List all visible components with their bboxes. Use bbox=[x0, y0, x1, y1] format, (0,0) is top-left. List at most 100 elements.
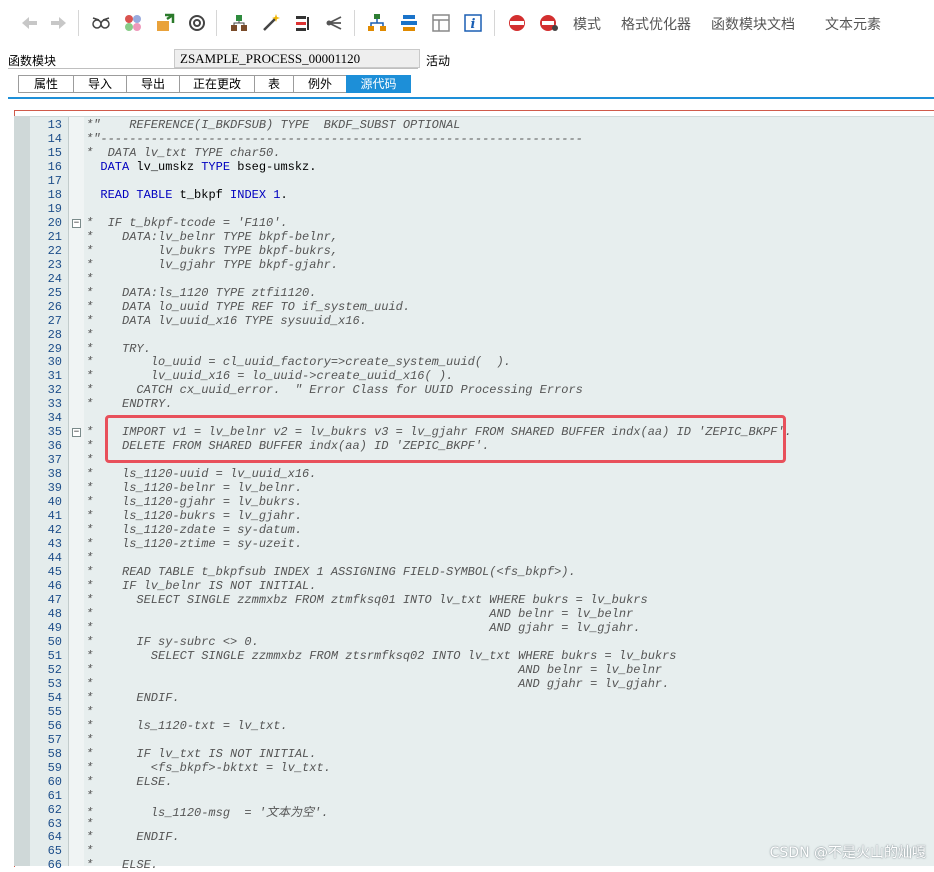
code-line[interactable]: * ls_1120-gjahr = lv_bukrs. bbox=[86, 495, 302, 509]
line-number: 34 bbox=[47, 411, 62, 426]
code-line[interactable]: * AND belnr = lv_belnr bbox=[86, 607, 633, 621]
code-line[interactable]: * DATA:ls_1120 TYPE ztfi1120. bbox=[86, 286, 316, 300]
code-line[interactable]: * READ TABLE t_bkpfsub INDEX 1 ASSIGNING… bbox=[86, 565, 576, 579]
hierarchy-icon[interactable] bbox=[366, 12, 388, 34]
active-inactive-toggle-icon[interactable] bbox=[122, 12, 144, 34]
code-line[interactable]: * ENDIF. bbox=[86, 830, 180, 844]
line-number: 60 bbox=[47, 774, 62, 789]
code-line[interactable]: * IF t_bkpf-tcode = 'F110'. bbox=[86, 216, 288, 230]
insert-statement-icon[interactable] bbox=[292, 12, 314, 34]
line-number: 50 bbox=[47, 634, 62, 649]
toolbar-pretty-printer-button[interactable]: 格式优化器 bbox=[621, 14, 691, 34]
tab-attributes[interactable]: 属性 bbox=[18, 75, 73, 93]
code-line[interactable]: * bbox=[86, 551, 93, 565]
line-number: 30 bbox=[47, 355, 62, 370]
code-line[interactable]: * ENDIF. bbox=[86, 691, 180, 705]
code-line[interactable]: READ TABLE t_bkpf INDEX 1. bbox=[86, 188, 287, 202]
code-line[interactable]: * ELSE. bbox=[86, 775, 172, 789]
code-line[interactable]: * SELECT SINGLE zzmmxbz FROM ztsrmfksq02… bbox=[86, 649, 677, 663]
fold-toggle-icon[interactable]: − bbox=[72, 428, 81, 438]
code-line[interactable]: * DATA:lv_belnr TYPE bkpf-belnr, bbox=[86, 230, 338, 244]
stack-icon[interactable] bbox=[398, 12, 420, 34]
line-number: 36 bbox=[47, 439, 62, 454]
code-line[interactable]: * <fs_bkpf>-bktxt = lv_txt. bbox=[86, 761, 331, 775]
code-line[interactable]: * ls_1120-ztime = sy-uzeit. bbox=[86, 537, 302, 551]
display-change-glasses-icon[interactable] bbox=[90, 12, 112, 34]
tab-tables[interactable]: 表 bbox=[254, 75, 293, 93]
other-object-icon[interactable] bbox=[154, 12, 176, 34]
line-number: 35 bbox=[47, 425, 62, 440]
code-line[interactable]: * SELECT SINGLE zzmmxbz FROM ztmfksq01 I… bbox=[86, 593, 648, 607]
layout-grid-icon[interactable] bbox=[430, 12, 452, 34]
tab-export[interactable]: 导出 bbox=[126, 75, 179, 93]
code-line[interactable]: * IF lv_txt IS NOT INITIAL. bbox=[86, 747, 316, 761]
toolbar-fm-documentation-button[interactable]: 函数模块文档 bbox=[711, 14, 795, 34]
code-line[interactable]: * IF sy-subrc <> 0. bbox=[86, 635, 259, 649]
code-line[interactable]: * AND gjahr = lv_gjahr. bbox=[86, 677, 669, 691]
line-number: 25 bbox=[47, 285, 62, 300]
code-line[interactable]: * ENDTRY. bbox=[86, 397, 172, 411]
toolbar-pattern-button[interactable]: 模式 bbox=[573, 14, 601, 34]
code-line[interactable]: * bbox=[86, 328, 93, 342]
line-number: 41 bbox=[47, 509, 62, 524]
activation-status: 活动 bbox=[426, 54, 451, 68]
fold-marker-column bbox=[68, 117, 85, 866]
code-line[interactable]: * DATA lo_uuid TYPE REF TO if_system_uui… bbox=[86, 300, 410, 314]
back-arrow-icon[interactable] bbox=[18, 12, 40, 34]
line-number: 27 bbox=[47, 313, 62, 328]
code-line[interactable]: *" REFERENCE(I_BKDFSUB) TYPE BKDF_SUBST … bbox=[86, 118, 460, 132]
code-line[interactable]: * ls_1120-zdate = sy-datum. bbox=[86, 523, 302, 537]
code-line[interactable]: * ls_1120-msg = '文本为空'. bbox=[86, 803, 328, 820]
tab-import[interactable]: 导入 bbox=[73, 75, 126, 93]
magic-wand-icon[interactable] bbox=[260, 12, 282, 34]
session-breakpoint-icon[interactable] bbox=[538, 12, 560, 34]
fold-toggle-icon[interactable]: − bbox=[72, 218, 81, 228]
line-number: 19 bbox=[47, 201, 62, 216]
line-number: 59 bbox=[47, 760, 62, 775]
function-module-label: 函数模块 bbox=[8, 54, 57, 68]
code-line[interactable]: * lv_gjahr TYPE bkpf-gjahr. bbox=[86, 258, 338, 272]
code-line[interactable]: * AND gjahr = lv_gjahr. bbox=[86, 621, 641, 635]
where-used-list-icon[interactable] bbox=[186, 12, 208, 34]
set-breakpoint-icon[interactable] bbox=[506, 12, 528, 34]
watermark: CSDN @不是火山的灿嘎 bbox=[769, 845, 926, 861]
line-number: 26 bbox=[47, 299, 62, 314]
code-line[interactable]: * DATA lv_uuid_x16 TYPE sysuuid_x16. bbox=[86, 314, 367, 328]
code-line[interactable]: * bbox=[86, 789, 93, 803]
code-line[interactable]: * bbox=[86, 453, 93, 467]
code-line[interactable]: * lo_uuid = cl_uuid_factory=>create_syst… bbox=[86, 355, 511, 369]
code-line[interactable]: *"--------------------------------------… bbox=[86, 132, 583, 146]
code-line[interactable]: * bbox=[86, 817, 93, 831]
tab-source-code[interactable]: 源代码 bbox=[346, 75, 411, 93]
code-line[interactable]: * ls_1120-bukrs = lv_gjahr. bbox=[86, 509, 302, 523]
code-line[interactable]: * bbox=[86, 705, 93, 719]
code-line[interactable]: * ELSE. bbox=[86, 858, 158, 872]
function-module-name-field[interactable]: ZSAMPLE_PROCESS_00001120 bbox=[174, 49, 420, 68]
tab-changing[interactable]: 正在更改 bbox=[179, 75, 254, 93]
code-line[interactable]: * bbox=[86, 272, 93, 286]
info-icon[interactable]: i bbox=[462, 12, 484, 34]
code-line[interactable]: * ls_1120-uuid = lv_uuid_x16. bbox=[86, 467, 316, 481]
code-line[interactable]: * AND belnr = lv_belnr bbox=[86, 663, 662, 677]
branch-icon[interactable] bbox=[324, 12, 346, 34]
code-line[interactable]: * bbox=[86, 844, 93, 858]
toolbar-text-elements-button[interactable]: 文本元素 bbox=[825, 14, 881, 34]
code-line[interactable]: * TRY. bbox=[86, 342, 151, 356]
code-line[interactable]: * bbox=[86, 733, 93, 747]
line-number: 64 bbox=[47, 830, 62, 845]
object-list-icon[interactable] bbox=[228, 12, 250, 34]
forward-arrow-icon[interactable] bbox=[48, 12, 70, 34]
toolbar-separator bbox=[216, 10, 217, 36]
line-number: 49 bbox=[47, 620, 62, 635]
code-line[interactable]: * CATCH cx_uuid_error. " Error Class for… bbox=[86, 383, 583, 397]
code-line[interactable]: DATA lv_umskz TYPE bseg-umskz. bbox=[86, 160, 316, 174]
line-number: 58 bbox=[47, 746, 62, 761]
code-line[interactable]: * DATA lv_txt TYPE char50. bbox=[86, 146, 280, 160]
code-line[interactable]: * ls_1120-txt = lv_txt. bbox=[86, 719, 288, 733]
code-line[interactable]: * IF lv_belnr IS NOT INITIAL. bbox=[86, 579, 316, 593]
line-number: 20 bbox=[47, 215, 62, 230]
tab-exceptions[interactable]: 例外 bbox=[293, 75, 346, 93]
code-line[interactable]: * lv_uuid_x16 = lo_uuid->create_uuid_x16… bbox=[86, 369, 453, 383]
code-line[interactable]: * ls_1120-belnr = lv_belnr. bbox=[86, 481, 302, 495]
code-line[interactable]: * lv_bukrs TYPE bkpf-bukrs, bbox=[86, 244, 338, 258]
